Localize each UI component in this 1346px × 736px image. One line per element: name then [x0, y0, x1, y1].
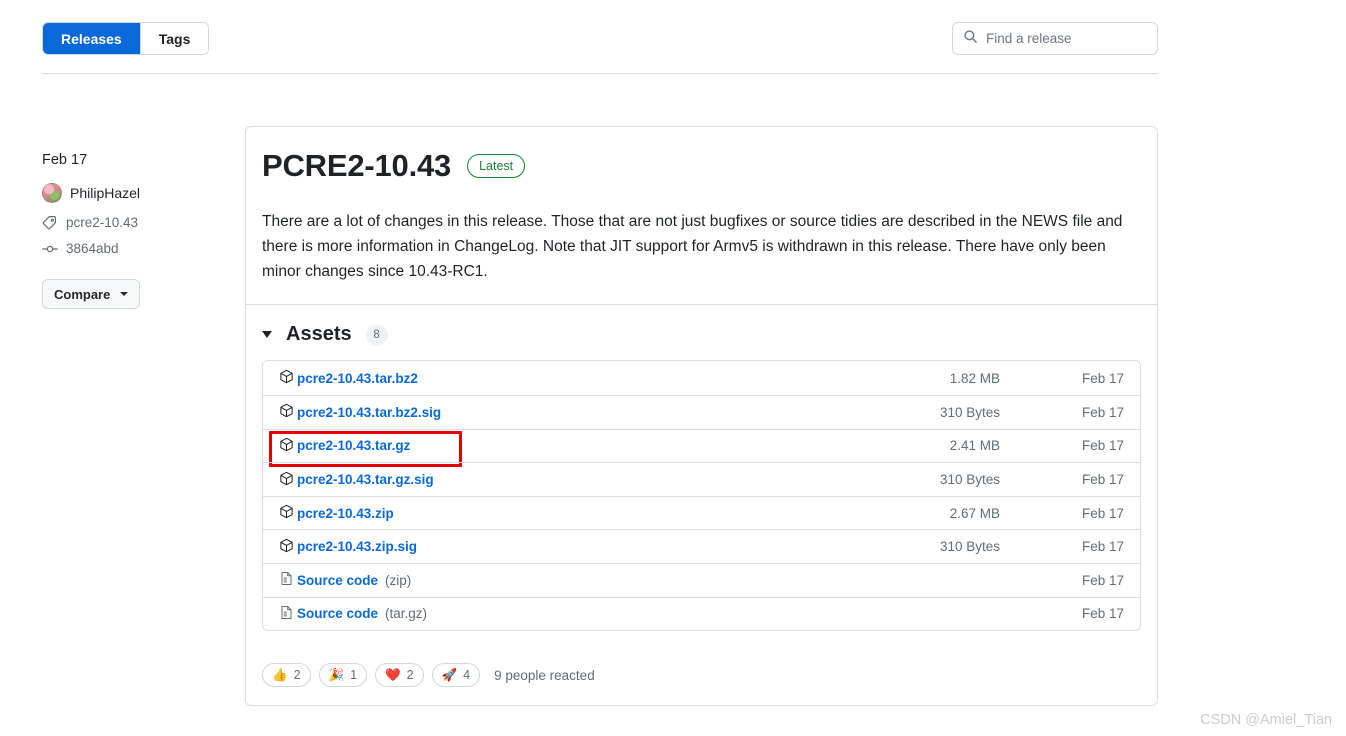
table-row-highlighted[interactable]: pcre2-10.43.tar.gz 2.41 MB Feb 17: [263, 428, 1140, 467]
release-card: PCRE2-10.43 Latest There are a lot of ch…: [245, 126, 1158, 707]
avatar: [42, 183, 62, 204]
package-icon: [279, 504, 294, 522]
package-icon: [279, 538, 294, 556]
asset-date: Feb 17: [1081, 572, 1124, 588]
compare-button[interactable]: Compare: [42, 279, 141, 310]
asset-link[interactable]: pcre2-10.43.tar.gz: [297, 438, 410, 453]
asset-size: 1.82 MB: [949, 370, 1000, 386]
rocket-icon: 🚀: [441, 667, 458, 682]
reaction-thumbs-up[interactable]: 👍 2: [262, 663, 311, 688]
assets-table: pcre2-10.43.tar.bz2 1.82 MB Feb 17 pcre2…: [262, 360, 1141, 632]
asset-link[interactable]: Source code: [297, 606, 378, 621]
asset-link[interactable]: pcre2-10.43.zip.sig: [297, 539, 417, 554]
author-name[interactable]: PhilipHazel: [70, 184, 140, 202]
release-meta-sidebar: Feb 17 PhilipHazel pcre2-10.43 3864abd C…: [42, 152, 232, 310]
table-row[interactable]: pcre2-10.43.tar.gz.sig 310 Bytes Feb 17: [263, 462, 1140, 496]
asset-size: 310 Bytes: [939, 472, 1000, 487]
assets-count: 8: [365, 324, 388, 345]
page-title: PCRE2-10.43: [262, 148, 452, 183]
tab-tags[interactable]: Tags: [139, 23, 209, 54]
package-icon: [279, 437, 294, 455]
toolbar-divider: [42, 73, 1158, 74]
asset-link[interactable]: pcre2-10.43.zip: [297, 506, 394, 521]
title-row: PCRE2-10.43 Latest: [262, 148, 1141, 183]
asset-date: Feb 17: [1081, 606, 1124, 622]
asset-link[interactable]: Source code: [297, 573, 378, 588]
asset-size: 310 Bytes: [939, 539, 1000, 555]
release-date: Feb 17: [42, 152, 88, 168]
search-input[interactable]: [986, 31, 1147, 46]
package-icon: [279, 471, 294, 489]
tag-icon: [42, 215, 58, 231]
table-row[interactable]: Source code (tar.gz) Feb 17: [263, 596, 1140, 631]
watermark: CSDN @Amiel_Tian: [1200, 712, 1332, 728]
release-commit-row[interactable]: 3864abd: [42, 240, 232, 258]
asset-date: Feb 17: [1081, 539, 1124, 555]
asset-link[interactable]: pcre2-10.43.tar.bz2.sig: [297, 405, 441, 420]
table-row[interactable]: pcre2-10.43.zip 2.67 MB Feb 17: [263, 495, 1140, 530]
asset-name-cell: pcre2-10.43.zip.sig: [279, 538, 866, 556]
reactions-bar: 👍 2 🎉 1 ❤️ 2 🚀 4 9 people reacted: [246, 647, 1157, 705]
releases-tags-toggle[interactable]: Releases Tags: [42, 22, 210, 55]
asset-name-cell: Source code (zip): [279, 571, 866, 589]
commit-sha[interactable]: 3864abd: [66, 240, 119, 258]
asset-date: Feb 17: [1081, 370, 1124, 386]
table-row[interactable]: pcre2-10.43.zip.sig 310 Bytes Feb 17: [263, 529, 1140, 563]
release-tag-row[interactable]: pcre2-10.43: [42, 214, 232, 232]
asset-date: Feb 17: [1081, 404, 1124, 420]
asset-name-cell: pcre2-10.43.zip: [279, 504, 866, 522]
hooray-icon: 🎉: [328, 667, 345, 682]
tab-releases[interactable]: Releases: [43, 23, 140, 54]
heart-icon: ❤️: [385, 667, 401, 682]
assets-toggle[interactable]: Assets 8: [262, 323, 388, 346]
asset-size: 2.41 MB: [949, 438, 1000, 454]
triangle-down-icon: [262, 331, 272, 339]
table-row[interactable]: pcre2-10.43.tar.bz2 1.82 MB Feb 17: [263, 361, 1140, 395]
asset-format: (zip): [385, 572, 412, 588]
reaction-hooray[interactable]: 🎉 1: [318, 663, 368, 688]
tag-name[interactable]: pcre2-10.43: [66, 214, 138, 232]
asset-link[interactable]: pcre2-10.43.tar.gz.sig: [297, 472, 434, 487]
asset-format: (tar.gz): [385, 606, 428, 622]
page-toolbar: Releases Tags: [42, 22, 1158, 56]
chevron-down-icon: [120, 292, 129, 297]
reaction-count: 2: [293, 667, 301, 682]
reaction-heart[interactable]: ❤️ 2: [375, 663, 424, 688]
asset-name-cell: pcre2-10.43.tar.gz: [279, 437, 866, 455]
file-code-icon: [279, 571, 294, 589]
commit-icon: [42, 241, 58, 257]
search-icon: [963, 29, 978, 49]
asset-name-cell: pcre2-10.43.tar.bz2.sig: [279, 403, 866, 421]
reaction-rocket[interactable]: 🚀 4: [431, 663, 481, 688]
reaction-count: 4: [463, 667, 471, 682]
assets-title: Assets: [286, 323, 352, 346]
asset-date: Feb 17: [1081, 438, 1124, 454]
table-row[interactable]: Source code (zip) Feb 17: [263, 562, 1140, 597]
status-badge: Latest: [467, 154, 526, 179]
asset-date: Feb 17: [1081, 505, 1124, 521]
release-page: Releases Tags Feb 17 PhilipHazel: [0, 0, 1346, 736]
reactions-summary: 9 people reacted: [494, 667, 595, 683]
asset-size: 310 Bytes: [939, 404, 1000, 420]
asset-date: Feb 17: [1081, 472, 1124, 487]
asset-link[interactable]: pcre2-10.43.tar.bz2: [297, 371, 418, 386]
table-row[interactable]: pcre2-10.43.tar.bz2.sig 310 Bytes Feb 17: [263, 395, 1140, 429]
thumbs-up-icon: 👍: [272, 667, 288, 682]
release-header: PCRE2-10.43 Latest There are a lot of ch…: [246, 127, 1157, 304]
release-author-row[interactable]: PhilipHazel: [42, 183, 232, 204]
reaction-count: 2: [406, 667, 414, 682]
asset-name-cell: pcre2-10.43.tar.bz2: [279, 369, 866, 387]
assets-section: Assets 8 pcre2-10.43.tar.bz2 1.82 MB Feb…: [246, 305, 1157, 647]
asset-name-cell: Source code (tar.gz): [279, 605, 866, 623]
release-search[interactable]: [952, 22, 1158, 55]
asset-name-cell: pcre2-10.43.tar.gz.sig: [279, 471, 866, 489]
package-icon: [279, 403, 294, 421]
package-icon: [279, 369, 294, 387]
release-description: There are a lot of changes in this relea…: [262, 213, 1123, 281]
compare-label: Compare: [54, 286, 111, 302]
asset-size: 2.67 MB: [949, 505, 1000, 521]
file-code-icon: [279, 605, 294, 623]
reaction-count: 1: [350, 667, 358, 682]
